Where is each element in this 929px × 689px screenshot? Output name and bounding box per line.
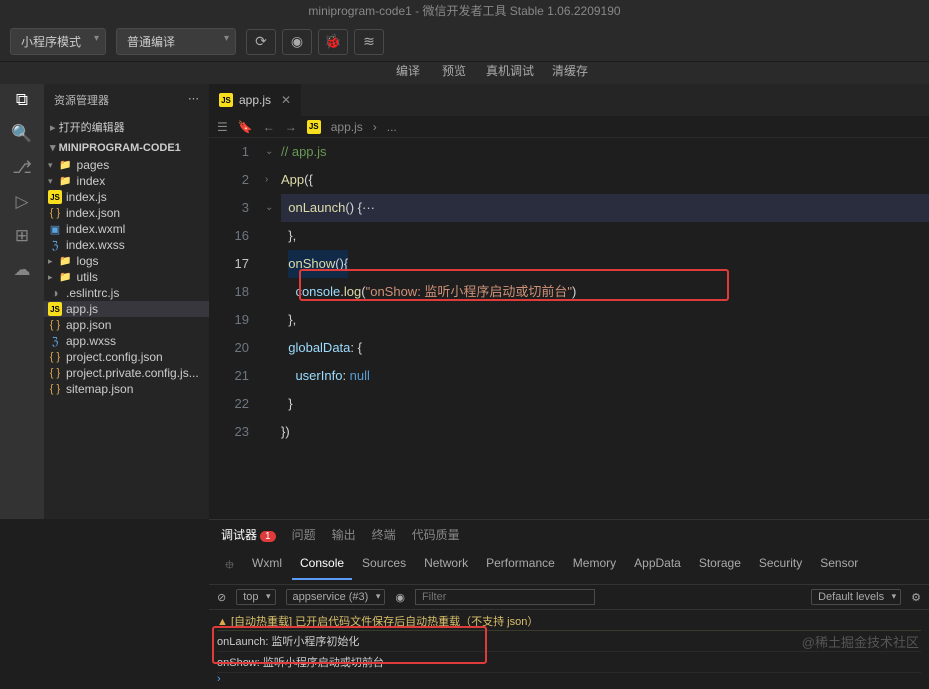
- devtools-tabs: ⯐ Wxml Console Sources Network Performan…: [209, 549, 929, 585]
- console-prompt[interactable]: ›: [217, 673, 921, 685]
- explorer-icon[interactable]: ⧉: [16, 90, 28, 110]
- sidebar-more-icon[interactable]: ⋯: [188, 92, 199, 108]
- tab-output[interactable]: 输出: [332, 526, 356, 543]
- file-project-private[interactable]: { }project.private.config.js...: [44, 365, 209, 381]
- toolbar-labels: 编译预览真机调试清缓存: [0, 62, 929, 84]
- console-top-select[interactable]: top: [236, 589, 275, 605]
- code-area[interactable]: 1231617181920212223 ⌄›⌄ // app.js App({ …: [209, 138, 929, 446]
- tab-problems[interactable]: 问题: [292, 526, 316, 543]
- panel-tabs: 调试器1 问题 输出 终端 代码质量: [209, 520, 929, 549]
- console-levels-select[interactable]: Default levels: [811, 589, 901, 605]
- breadcrumb: ☰ 🔖 ← → JS app.js › ...: [209, 116, 929, 138]
- tab-debugger[interactable]: 调试器1: [221, 526, 276, 543]
- preview-icon[interactable]: ◉: [282, 29, 312, 55]
- devtab-sensor[interactable]: Sensor: [812, 553, 866, 580]
- file-index-wxml[interactable]: ▣index.wxml: [44, 221, 209, 237]
- editor: JSapp.js✕ ☰ 🔖 ← → JS app.js › ... 123161…: [209, 84, 929, 519]
- devtab-sources[interactable]: Sources: [354, 553, 414, 580]
- main-toolbar: 小程序模式 普通编译 ⟳ ◉ 🐞 ≋: [0, 22, 929, 62]
- folder-index[interactable]: 📁index: [44, 173, 209, 189]
- devtab-wxml[interactable]: Wxml: [244, 553, 290, 580]
- crumb-back-icon[interactable]: ←: [263, 120, 275, 134]
- console-filter-bar: ⊘ top appservice (#3) ◉ Default levels ⚙: [209, 585, 929, 610]
- sidebar-title: 资源管理器: [54, 92, 109, 108]
- file-app-json[interactable]: { }app.json: [44, 317, 209, 333]
- bottom-panel: 调试器1 问题 输出 终端 代码质量 ⯐ Wxml Console Source…: [209, 519, 929, 689]
- crumb-bookmark-icon[interactable]: 🔖: [238, 120, 253, 134]
- extension-icon[interactable]: ⊞: [15, 226, 29, 246]
- close-icon[interactable]: ✕: [281, 93, 291, 107]
- file-tree: 📁pages 📁index JSindex.js { }index.json ▣…: [44, 157, 209, 397]
- crumb-list-icon[interactable]: ☰: [217, 120, 228, 134]
- file-index-json[interactable]: { }index.json: [44, 205, 209, 221]
- devtab-console[interactable]: Console: [292, 553, 352, 580]
- devtab-security[interactable]: Security: [751, 553, 810, 580]
- editor-tabs: JSapp.js✕: [209, 84, 929, 116]
- debug-icon[interactable]: 🐞: [318, 29, 348, 55]
- debug-activity-icon[interactable]: ▷: [15, 192, 28, 212]
- activity-bar: ⧉ 🔍 ⎇ ▷ ⊞ ☁: [0, 84, 44, 519]
- devtab-appdata[interactable]: AppData: [626, 553, 689, 580]
- clear-cache-icon[interactable]: ≋: [354, 29, 384, 55]
- open-editors-section[interactable]: 打开的编辑器: [44, 116, 209, 138]
- file-index-wxss[interactable]: ℨindex.wxss: [44, 237, 209, 253]
- tab-app-js[interactable]: JSapp.js✕: [209, 84, 302, 116]
- file-app-js[interactable]: JSapp.js: [44, 301, 209, 317]
- devtab-performance[interactable]: Performance: [478, 553, 563, 580]
- folder-utils[interactable]: 📁utils: [44, 269, 209, 285]
- mode-dropdown[interactable]: 小程序模式: [10, 28, 106, 55]
- breadcrumb-file[interactable]: app.js: [331, 120, 363, 134]
- sidebar: 资源管理器 ⋯ 打开的编辑器 MINIPROGRAM-CODE1 📁pages 📁…: [44, 84, 209, 519]
- project-name[interactable]: MINIPROGRAM-CODE1: [44, 138, 209, 157]
- file-app-wxss[interactable]: ℨapp.wxss: [44, 333, 209, 349]
- file-project-config[interactable]: { }project.config.json: [44, 349, 209, 365]
- watermark: @稀土掘金技术社区: [802, 632, 919, 651]
- tab-terminal[interactable]: 终端: [372, 526, 396, 543]
- file-eslintrc[interactable]: ◑.eslintrc.js: [44, 285, 209, 301]
- console-log-2: onShow: 监听小程序启动或切前台: [217, 652, 921, 673]
- git-icon[interactable]: ⎇: [12, 158, 32, 178]
- devtools-inspect-icon[interactable]: ⯐: [217, 553, 242, 580]
- search-icon[interactable]: 🔍: [11, 124, 32, 144]
- folder-pages[interactable]: 📁pages: [44, 157, 209, 173]
- folder-logs[interactable]: 📁logs: [44, 253, 209, 269]
- cloud-icon[interactable]: ☁: [14, 260, 31, 280]
- console-filter-input[interactable]: [415, 589, 595, 605]
- console-gear-icon[interactable]: ⚙: [911, 591, 921, 604]
- compile-dropdown[interactable]: 普通编译: [116, 28, 236, 55]
- devtab-network[interactable]: Network: [416, 553, 476, 580]
- crumb-fwd-icon[interactable]: →: [285, 120, 297, 134]
- devtab-storage[interactable]: Storage: [691, 553, 749, 580]
- devtab-memory[interactable]: Memory: [565, 553, 624, 580]
- console-clear-icon[interactable]: ⊘: [217, 591, 226, 604]
- tab-code-quality[interactable]: 代码质量: [412, 526, 460, 543]
- window-title: miniprogram-code1 - 微信开发者工具 Stable 1.06.…: [0, 0, 929, 22]
- console-eye-icon[interactable]: ◉: [395, 591, 405, 604]
- console-warning: [自动热重载] 已开启代码文件保存后自动热重载（不支持 json）: [217, 612, 921, 631]
- file-sitemap[interactable]: { }sitemap.json: [44, 381, 209, 397]
- file-index-js[interactable]: JSindex.js: [44, 189, 209, 205]
- console-context-select[interactable]: appservice (#3): [286, 589, 386, 605]
- compile-icon[interactable]: ⟳: [246, 29, 276, 55]
